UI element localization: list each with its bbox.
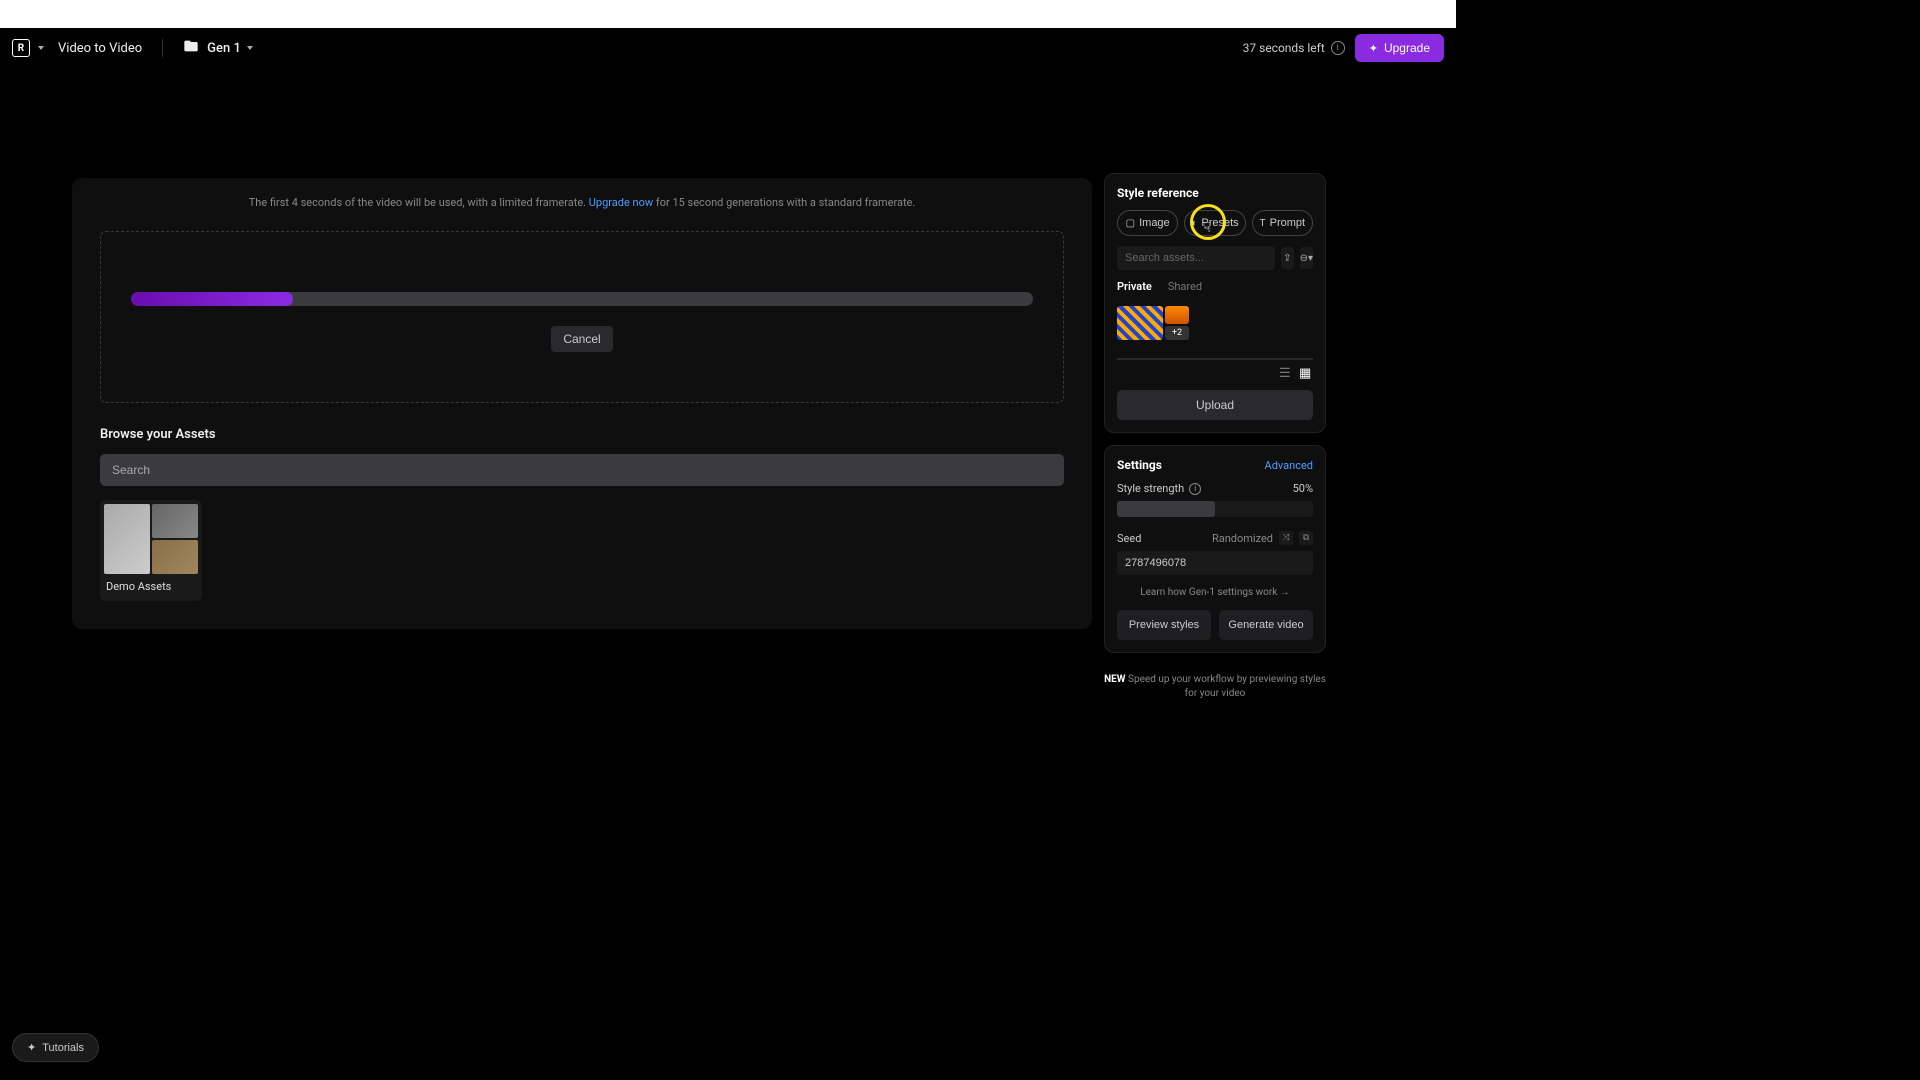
upgrade-button[interactable]: ✦ Upgrade [1355,34,1444,62]
app-logo[interactable]: R [12,39,30,57]
cancel-button[interactable]: Cancel [551,326,612,352]
upload-progress-fill [131,292,293,306]
asset-folder[interactable]: Demo Assets [100,500,202,601]
asset-thumb [152,540,198,574]
tab-private[interactable]: Private [1117,280,1152,296]
upload-progress-track [131,292,1033,306]
strength-slider[interactable] [1117,501,1313,517]
sort-icon[interactable]: ⊖▾ [1300,247,1313,269]
list-view-icon[interactable]: ☰ [1279,366,1293,380]
reference-assets: +2 [1117,306,1313,354]
style-reference-panel: Style reference ▢ Image ◐ Presets T Prom… [1104,173,1326,433]
upload-reference-button[interactable]: Upload [1117,390,1313,420]
copy-icon[interactable]: ⧉ [1299,531,1313,545]
seed-input[interactable] [1117,551,1313,575]
asset-thumb [152,504,198,538]
folder-icon[interactable] [183,38,199,58]
framerate-notice: The first 4 seconds of the video will be… [100,196,1064,209]
browse-heading: Browse your Assets [100,427,1064,442]
upload-dropzone[interactable]: Cancel [100,231,1064,403]
browser-chrome-strip [0,0,1456,28]
tab-presets[interactable]: ◐ Presets [1184,210,1245,236]
tab-image-label: Image [1139,217,1170,229]
presets-icon: ◐ [1191,218,1197,229]
reference-thumb[interactable] [1117,306,1163,340]
sparkle-icon: ✦ [27,1041,36,1054]
image-icon: ▢ [1126,218,1135,229]
tab-prompt[interactable]: T Prompt [1252,210,1313,236]
page-title: Video to Video [58,41,142,56]
learn-link[interactable]: Learn how Gen-1 settings work → [1117,587,1313,598]
asset-thumb [104,504,150,574]
advanced-link[interactable]: Advanced [1265,459,1313,472]
credits-text: 37 seconds left [1243,41,1325,55]
strength-fill [1117,501,1215,517]
tab-image[interactable]: ▢ Image [1117,210,1178,236]
pin-icon[interactable]: ⇪ [1281,247,1294,269]
chevron-down-icon [247,46,253,50]
preview-styles-button[interactable]: Preview styles [1117,610,1211,640]
chevron-down-icon[interactable] [38,46,44,50]
randomized-label: Randomized [1212,532,1273,545]
app-header: R Video to Video Gen 1 37 seconds left i… [0,28,1456,68]
tab-prompt-label: Prompt [1270,217,1305,229]
upgrade-link[interactable]: Upgrade now [589,196,653,209]
info-icon[interactable]: i [1331,41,1345,55]
main-panel: The first 4 seconds of the video will be… [72,178,1092,629]
tutorials-button[interactable]: ✦ Tutorials [12,1033,99,1062]
settings-panel: Settings Advanced Style strength i 50% S… [1104,445,1326,653]
search-input[interactable] [100,454,1064,486]
seed-label: Seed [1117,532,1141,545]
divider [162,39,163,57]
strength-value: 50% [1293,482,1313,495]
strength-label: Style strength [1117,482,1184,495]
tab-shared[interactable]: Shared [1168,280,1202,296]
notice-text-2: for 15 second generations with a standar… [653,196,915,209]
upgrade-label: Upgrade [1384,41,1430,55]
tip-text: Speed up your workflow by previewing sty… [1126,674,1326,699]
credits-remaining: 37 seconds left i [1243,41,1345,55]
model-label: Gen 1 [207,41,241,56]
grid-view-icon[interactable]: ▦ [1299,366,1313,380]
style-search-input[interactable] [1117,246,1275,270]
notice-text-1: The first 4 seconds of the video will be… [249,196,589,209]
tab-presets-label: Presets [1201,217,1238,229]
divider [1117,358,1313,360]
model-select[interactable]: Gen 1 [207,41,253,56]
settings-title: Settings [1117,458,1162,472]
asset-folder-name: Demo Assets [104,574,198,597]
reference-thumb-more[interactable]: +2 [1165,326,1189,340]
info-icon[interactable]: i [1189,483,1201,495]
new-tip: NEW Speed up your workflow by previewing… [1104,673,1326,701]
sparkle-icon: ✦ [1369,42,1378,55]
tutorials-label: Tutorials [42,1042,84,1054]
shuffle-icon[interactable]: ⤨ [1279,531,1293,545]
new-badge: NEW [1104,674,1125,685]
generate-video-button[interactable]: Generate video [1219,610,1313,640]
style-reference-title: Style reference [1117,186,1313,200]
prompt-icon: T [1260,218,1266,229]
reference-thumb[interactable] [1165,306,1189,324]
